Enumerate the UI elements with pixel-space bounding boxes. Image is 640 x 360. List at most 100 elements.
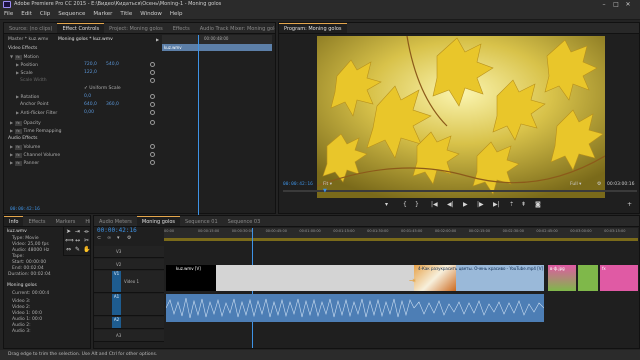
track-header-v3[interactable]: V3 bbox=[94, 246, 164, 258]
tab-sequence-03[interactable]: Sequence 03 bbox=[223, 217, 266, 226]
reset-icon[interactable] bbox=[150, 78, 155, 83]
step-forward-icon[interactable]: |▶ bbox=[477, 201, 484, 208]
track-header-v1[interactable]: V1 Video 1 bbox=[94, 271, 164, 293]
menu-clip[interactable]: Clip bbox=[36, 9, 54, 20]
image-clip-2[interactable] bbox=[578, 265, 598, 291]
effect-clip-bar[interactable]: kuz.wmv bbox=[162, 44, 272, 51]
track-header-a2[interactable]: A2 bbox=[94, 317, 164, 329]
reset-icon[interactable] bbox=[150, 120, 155, 125]
sequence-clip-label[interactable]: Moning golos * kuz.wmv bbox=[58, 36, 113, 43]
tab-moning-golos[interactable]: Moning golos bbox=[136, 216, 181, 226]
go-to-out-icon[interactable]: ▶| bbox=[493, 201, 500, 208]
reset-icon[interactable] bbox=[150, 94, 155, 99]
work-area-bar[interactable] bbox=[164, 238, 638, 241]
opacity-row[interactable]: ▶ fx Opacity bbox=[10, 119, 41, 126]
mark-in-icon[interactable]: { bbox=[403, 201, 407, 208]
reset-icon[interactable] bbox=[150, 152, 155, 157]
rolling-edit-tool-icon[interactable]: ⟺ bbox=[65, 237, 74, 244]
extract-icon[interactable]: ⇞ bbox=[521, 201, 526, 208]
fx-icon[interactable]: fx bbox=[14, 121, 22, 126]
export-frame-icon[interactable]: ◙ bbox=[535, 201, 541, 208]
a2-target-label[interactable]: A2 bbox=[112, 317, 121, 328]
video-clip-youtube[interactable]: 4-Как разукрасить цветы. Очень красиво -… bbox=[414, 265, 544, 291]
tab-effects-2[interactable]: Effects bbox=[23, 217, 50, 226]
tab-info[interactable]: Info bbox=[4, 216, 24, 226]
step-back-icon[interactable]: ◀| bbox=[447, 201, 454, 208]
uniform-scale-checkbox[interactable]: ✓ Uniform Scale bbox=[84, 85, 121, 92]
fx-icon[interactable]: fx bbox=[14, 145, 22, 150]
anchor-x-value[interactable]: 640,0 bbox=[84, 101, 97, 108]
master-clip-label[interactable]: Master * kuz.wmv bbox=[8, 36, 48, 43]
antiflicker-value[interactable]: 0,00 bbox=[84, 109, 94, 116]
slip-tool-icon[interactable]: ⇔ bbox=[65, 246, 72, 253]
v1-target-label[interactable]: V1 bbox=[112, 271, 121, 292]
reset-icon[interactable] bbox=[150, 110, 155, 115]
trim-cursor-icon[interactable]: ⇥ bbox=[409, 276, 416, 285]
timeline-timecode[interactable]: 00:00:42:16 bbox=[97, 227, 137, 234]
position-y-value[interactable]: 540,0 bbox=[106, 61, 119, 68]
reset-icon[interactable] bbox=[150, 70, 155, 75]
track-header-a3[interactable]: A3 bbox=[94, 330, 164, 342]
reset-icon[interactable] bbox=[150, 102, 155, 107]
program-video-frame[interactable] bbox=[317, 36, 605, 198]
snap-icon[interactable]: ⊂ bbox=[97, 235, 101, 241]
image-clip[interactable]: в-ф.jpg bbox=[548, 265, 576, 291]
track-header-a1[interactable]: A1 bbox=[94, 294, 164, 316]
audio-clip-a1-2[interactable] bbox=[414, 294, 544, 322]
position-x-value[interactable]: 720,0 bbox=[84, 61, 97, 68]
a1-target-label[interactable]: A1 bbox=[112, 294, 121, 315]
tab-audio-track-mixer[interactable]: Audio Track Mixer: Moning golo bbox=[195, 24, 275, 33]
ripple-edit-tool-icon[interactable]: ⟛ bbox=[83, 228, 90, 235]
time-remap-row[interactable]: ▶ fx Time Remapping bbox=[10, 127, 61, 134]
fx-icon[interactable]: fx bbox=[14, 161, 22, 166]
add-marker-icon[interactable]: ▾ bbox=[117, 235, 120, 241]
tab-audio-meters[interactable]: Audio Meters bbox=[94, 217, 137, 226]
reset-icon[interactable] bbox=[150, 160, 155, 165]
tab-effect-controls[interactable]: Effect Controls bbox=[57, 23, 105, 33]
linked-selection-icon[interactable]: ∞ bbox=[107, 235, 111, 241]
expand-arrow-icon[interactable]: ▶ bbox=[156, 37, 159, 42]
tab-sequence-01[interactable]: Sequence 01 bbox=[180, 217, 223, 226]
menu-title[interactable]: Title bbox=[116, 9, 136, 20]
wrench-icon[interactable]: ⚙ bbox=[597, 181, 601, 187]
tab-source[interactable]: Source: (no clips) bbox=[4, 24, 57, 33]
quality-dropdown[interactable]: Full ▾ bbox=[570, 181, 581, 188]
menu-sequence[interactable]: Sequence bbox=[54, 9, 89, 20]
tab-effects[interactable]: Effects bbox=[168, 24, 195, 33]
panner-row[interactable]: ▶ fx Panner bbox=[10, 159, 39, 166]
lift-icon[interactable]: ⇡ bbox=[509, 201, 514, 208]
effect-mini-ruler[interactable]: 00:00:48:00 bbox=[162, 35, 272, 44]
effect-timecode[interactable]: 00:00:42:16 bbox=[10, 206, 40, 213]
channel-volume-row[interactable]: ▶ fx Channel Volume bbox=[10, 151, 60, 158]
menu-help[interactable]: Help bbox=[166, 9, 187, 20]
program-scrub-bar[interactable] bbox=[283, 190, 637, 192]
hand-tool-icon[interactable]: ✋ bbox=[83, 246, 90, 253]
razor-tool-icon[interactable]: ✂ bbox=[83, 237, 90, 244]
track-header-v2[interactable]: V2 bbox=[94, 259, 164, 270]
menu-marker[interactable]: Marker bbox=[89, 9, 116, 20]
effect-playhead[interactable] bbox=[198, 35, 199, 215]
scale-value[interactable]: 122,0 bbox=[84, 69, 97, 76]
selection-tool-icon[interactable]: ➤ bbox=[65, 228, 72, 235]
fx-icon[interactable]: fx bbox=[14, 55, 22, 60]
mark-out-icon[interactable]: } bbox=[415, 201, 419, 208]
tab-project[interactable]: Project: Moning golos bbox=[104, 24, 168, 33]
reset-icon[interactable] bbox=[150, 62, 155, 67]
rotation-value[interactable]: 0,0 bbox=[84, 93, 91, 100]
close-icon[interactable]: ✕ bbox=[622, 1, 634, 8]
go-to-in-icon[interactable]: |◀ bbox=[431, 201, 438, 208]
timeline-settings-icon[interactable]: ⚙ bbox=[127, 235, 131, 241]
marker-icon[interactable]: ▾ bbox=[385, 201, 388, 208]
audio-clip-a1[interactable] bbox=[166, 294, 414, 322]
volume-row[interactable]: ▶ fx Volume bbox=[10, 143, 40, 150]
fit-dropdown[interactable]: Fit ▾ bbox=[323, 181, 332, 188]
program-timecode[interactable]: 00:00:42:16 bbox=[283, 181, 313, 188]
rate-stretch-tool-icon[interactable]: ↔ bbox=[74, 237, 81, 244]
motion-row[interactable]: ▼ fx Motion bbox=[10, 53, 39, 60]
minimize-icon[interactable]: – bbox=[598, 1, 610, 8]
program-playhead[interactable]: ▼ bbox=[323, 188, 327, 194]
fx-icon[interactable]: fx bbox=[14, 153, 22, 158]
maximize-icon[interactable]: □ bbox=[610, 1, 622, 8]
anchor-y-value[interactable]: 360,0 bbox=[106, 101, 119, 108]
menu-edit[interactable]: Edit bbox=[17, 9, 36, 20]
